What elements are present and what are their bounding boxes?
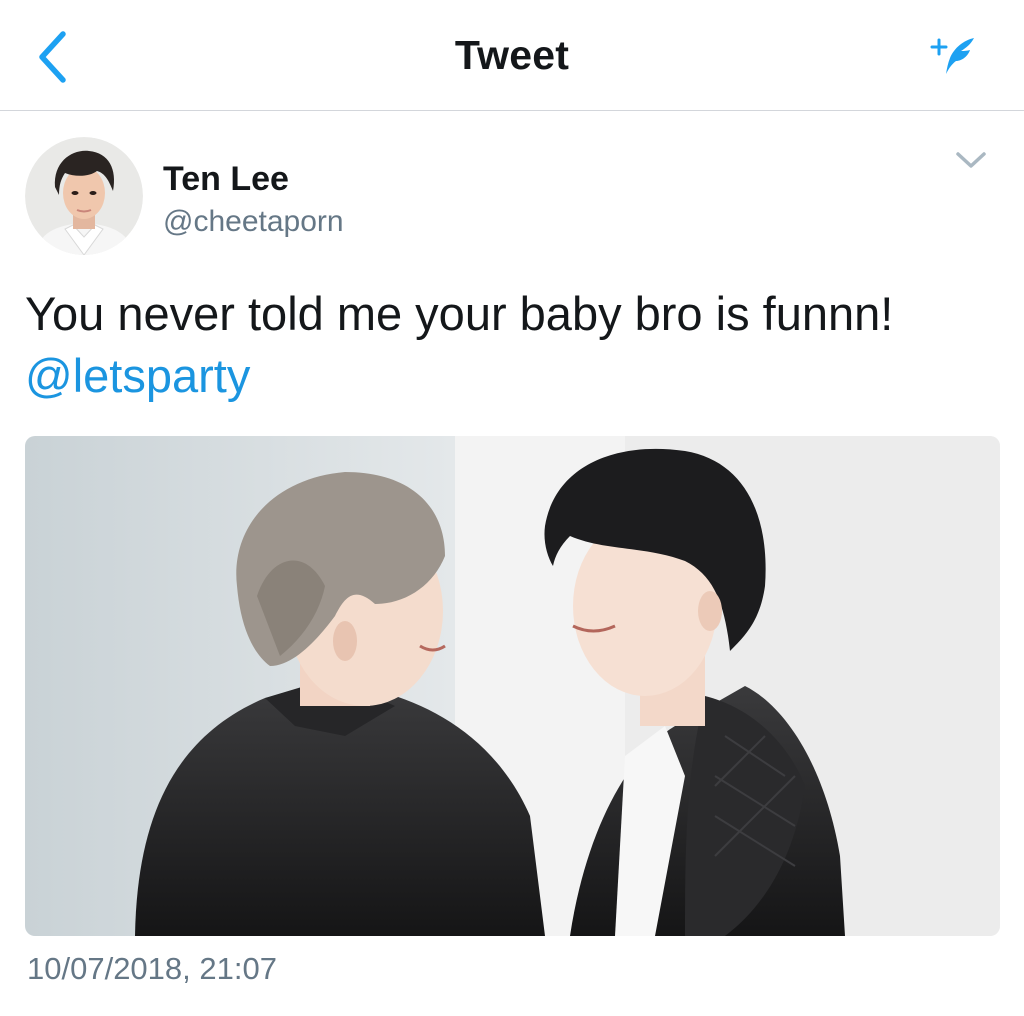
tweet-timestamp: 10/07/2018, 21:07 <box>27 951 277 986</box>
tweet-text: You never told me your baby bro is funnn… <box>25 283 1005 407</box>
photo-image <box>25 436 1000 936</box>
page-title: Tweet <box>454 32 570 78</box>
author-name[interactable]: Ten Lee <box>163 160 289 199</box>
compose-tweet-button[interactable] <box>924 30 984 82</box>
mention-link[interactable]: @letsparty <box>25 345 250 407</box>
author-handle[interactable]: @cheetaporn <box>163 205 344 239</box>
avatar-image <box>25 137 143 255</box>
tweet-options-button[interactable] <box>946 140 996 180</box>
compose-tweet-icon <box>930 38 974 74</box>
chevron-down-icon <box>956 152 986 168</box>
nav-header: Tweet <box>0 0 1024 111</box>
tweet-photo[interactable] <box>25 436 1000 936</box>
tweet-body: You never told me your baby bro is funnn… <box>25 287 894 340</box>
tweet-detail-screen: Tweet Ten Lee @cheetaporn You never told… <box>0 0 1024 1016</box>
avatar[interactable] <box>25 137 143 255</box>
